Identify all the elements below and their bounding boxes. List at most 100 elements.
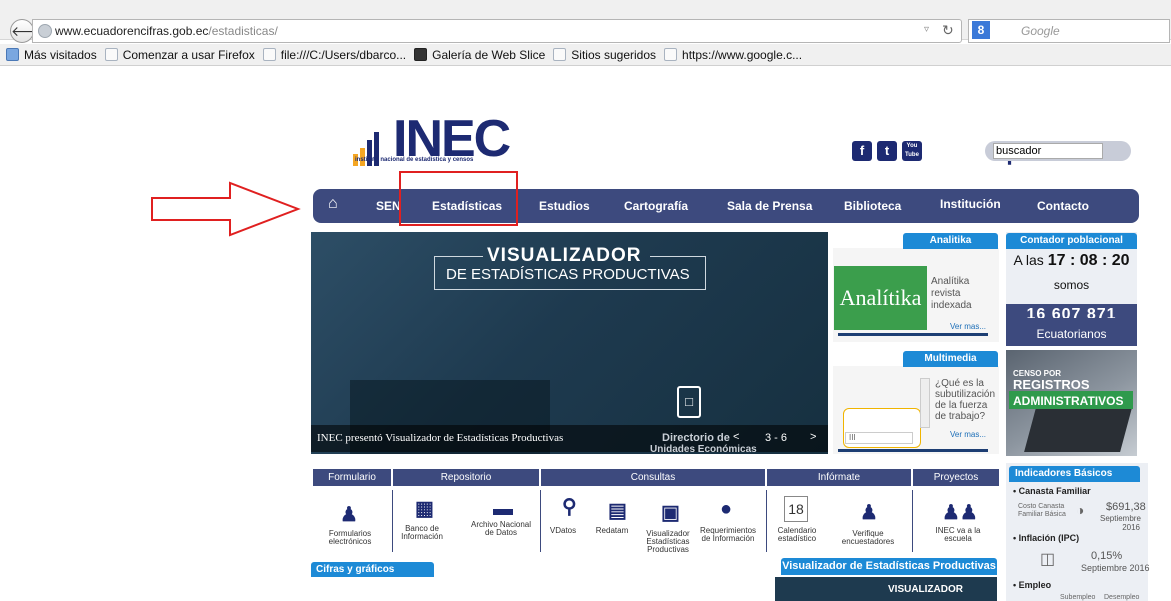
bookmark-label: Galería de Web Slice: [432, 47, 546, 62]
page-icon: [553, 48, 567, 61]
children-icon[interactable]: ♟♟: [942, 500, 978, 525]
hero-side-caption-2: Unidades Económicas: [650, 444, 757, 455]
counter-time: A las 17 : 08 : 20: [1006, 252, 1137, 270]
multimedia-scrollbar[interactable]: [920, 378, 930, 428]
nav-item-sen[interactable]: SEN: [376, 199, 401, 213]
analitika-cover[interactable]: Analítika: [834, 266, 927, 330]
back-button[interactable]: 🡐: [10, 19, 49, 43]
bookmark-firefox[interactable]: Comenzar a usar Firefox: [104, 48, 255, 62]
home-icon[interactable]: ⌂: [328, 195, 338, 213]
item-formularios[interactable]: Formularios electrónicos: [320, 530, 380, 546]
person-icon[interactable]: ♟: [340, 502, 358, 527]
analitika-tab[interactable]: Analitika: [903, 233, 998, 249]
tab-consultas[interactable]: Consultas: [541, 469, 765, 486]
laptop-icon[interactable]: ▤: [608, 498, 627, 523]
history-dropdown-icon[interactable]: ▿: [924, 24, 929, 35]
multimedia-tab[interactable]: Multimedia: [903, 351, 998, 367]
tab-repositorio[interactable]: Repositorio: [393, 469, 539, 486]
item-redatam[interactable]: Redatam: [592, 527, 632, 535]
magnifier-icon[interactable]: ⚲: [562, 494, 577, 519]
multimedia-more-link[interactable]: Ver mas...: [950, 430, 986, 439]
tab-formulario[interactable]: Formulario: [313, 469, 391, 486]
highlight-box: [399, 171, 518, 226]
counter-tab: Contador poblacional: [1006, 233, 1137, 249]
item-calendario[interactable]: Calendario estadístico: [772, 527, 822, 543]
empleo-title-text: Empleo: [1018, 580, 1052, 590]
item-banco[interactable]: Banco de Información: [398, 525, 446, 541]
nav-item-contacto[interactable]: Contacto: [1037, 199, 1089, 213]
folder-icon[interactable]: ▬: [493, 498, 513, 521]
divider: [838, 449, 988, 452]
bookmark-folder-icon: [6, 48, 19, 61]
bookmark-label: file:///C:/Users/dbarco...: [280, 47, 407, 62]
inflacion-title-text: Inflación (IPC): [1018, 533, 1080, 543]
item-escuela[interactable]: INEC va a la escuela: [928, 527, 988, 543]
search-engine-field[interactable]: Google: [968, 19, 1170, 43]
site-identity-icon[interactable]: [38, 24, 52, 38]
nav-item-biblioteca[interactable]: Biblioteca: [844, 199, 901, 213]
multimedia-hscroll[interactable]: III: [845, 432, 913, 444]
visualizador-tab[interactable]: Visualizador de Estadísticas Productivas: [781, 558, 997, 575]
canasta-period: Septiembre 2016: [1100, 514, 1141, 532]
reload-icon[interactable]: ↻: [942, 22, 954, 39]
counter-prefix: A las: [1013, 252, 1044, 268]
item-archivo[interactable]: Archivo Nacional de Datos: [466, 521, 536, 537]
counter-number: 16 607 871: [1026, 306, 1117, 318]
page-icon: [664, 48, 678, 61]
operator-icon[interactable]: ●: [720, 498, 732, 521]
inflacion-value: 0,15%: [1091, 550, 1123, 562]
empleo-title[interactable]: • Empleo: [1013, 580, 1051, 590]
canasta-title-text: Canasta Familiar: [1018, 486, 1091, 496]
analitika-text: Analítika revista indexada: [931, 276, 972, 311]
item-vdatos[interactable]: VDatos: [546, 527, 580, 535]
canasta-label: Costo Canasta Familiar Básica: [1018, 503, 1066, 518]
indicators-tab[interactable]: Indicadores Básicos: [1009, 466, 1140, 482]
calendar-icon[interactable]: 18: [784, 496, 808, 522]
canasta-title[interactable]: • Canasta Familiar: [1013, 486, 1091, 496]
site-search-input[interactable]: [993, 143, 1103, 159]
twitter-icon[interactable]: t: [877, 141, 897, 161]
basket-icon: ◑: [1076, 502, 1085, 518]
site-search-box: [985, 141, 1131, 161]
nav-item-estudios[interactable]: Estudios: [539, 199, 590, 213]
item-verifique[interactable]: Verifique encuestadores: [836, 530, 900, 546]
nav-item-institucion[interactable]: Institución: [940, 197, 1001, 211]
counter-somos: somos: [1053, 278, 1090, 292]
logo-subtitle: instituto nacional de estadística y cens…: [355, 157, 474, 163]
bookmark-sitios[interactable]: Sitios sugeridos: [553, 48, 656, 62]
empleo-sub2: Desempleo: [1104, 594, 1140, 601]
item-requerimientos[interactable]: Requerimientos de Información: [698, 527, 758, 543]
building-icon[interactable]: ▣: [661, 500, 680, 525]
inflacion-title[interactable]: • Inflación (IPC): [1013, 533, 1079, 543]
youtube-icon[interactable]: You Tube: [902, 141, 922, 161]
bookmark-label: https://www.google.c...: [682, 47, 803, 62]
bookmark-google[interactable]: https://www.google.c...: [664, 48, 802, 62]
cifras-tab[interactable]: Cifras y gráficos: [311, 562, 434, 577]
item-visualizador[interactable]: Visualizador Estadísticas Productivas: [638, 530, 698, 554]
verify-icon[interactable]: ♟: [860, 500, 878, 525]
hero-title-rule: [435, 256, 483, 257]
google-engine-icon[interactable]: 8: [972, 21, 990, 39]
section-divider: [392, 490, 393, 552]
nav-item-cartografia[interactable]: Cartografía: [624, 199, 688, 213]
visualizador-thumbnail-title: VISUALIZADOR: [888, 584, 963, 595]
tab-informate[interactable]: Infórmate: [767, 469, 911, 486]
hero-caption[interactable]: INEC presentó Visualizador de Estadístic…: [317, 432, 563, 444]
counter-clock: 17 : 08 : 20: [1047, 252, 1130, 269]
slider-next-button[interactable]: >: [810, 431, 816, 443]
url-field[interactable]: www.ecuadorencifras.gob.ec/estadisticas/: [32, 19, 962, 43]
censo-line-2: REGISTROS: [1013, 377, 1090, 392]
bookmark-web-slice[interactable]: Galería de Web Slice: [414, 48, 545, 62]
bookmark-file[interactable]: file:///C:/Users/dbarco...: [262, 47, 407, 62]
canasta-value: $691,38: [1106, 501, 1146, 513]
bookmark-mas-visitados[interactable]: Más visitados: [6, 48, 97, 62]
visualizador-thumbnail[interactable]: [775, 577, 997, 601]
nav-item-sala-de-prensa[interactable]: Sala de Prensa: [727, 199, 812, 213]
bank-icon[interactable]: ▦: [415, 496, 434, 521]
multimedia-text[interactable]: ¿Qué es la subutilización de la fuerza d…: [935, 378, 995, 422]
page-icon: [262, 48, 276, 61]
slider-prev-button[interactable]: <: [733, 431, 739, 443]
tab-proyectos[interactable]: Proyectos: [913, 469, 999, 486]
facebook-icon[interactable]: f: [852, 141, 872, 161]
analitika-more-link[interactable]: Ver mas...: [950, 322, 986, 331]
